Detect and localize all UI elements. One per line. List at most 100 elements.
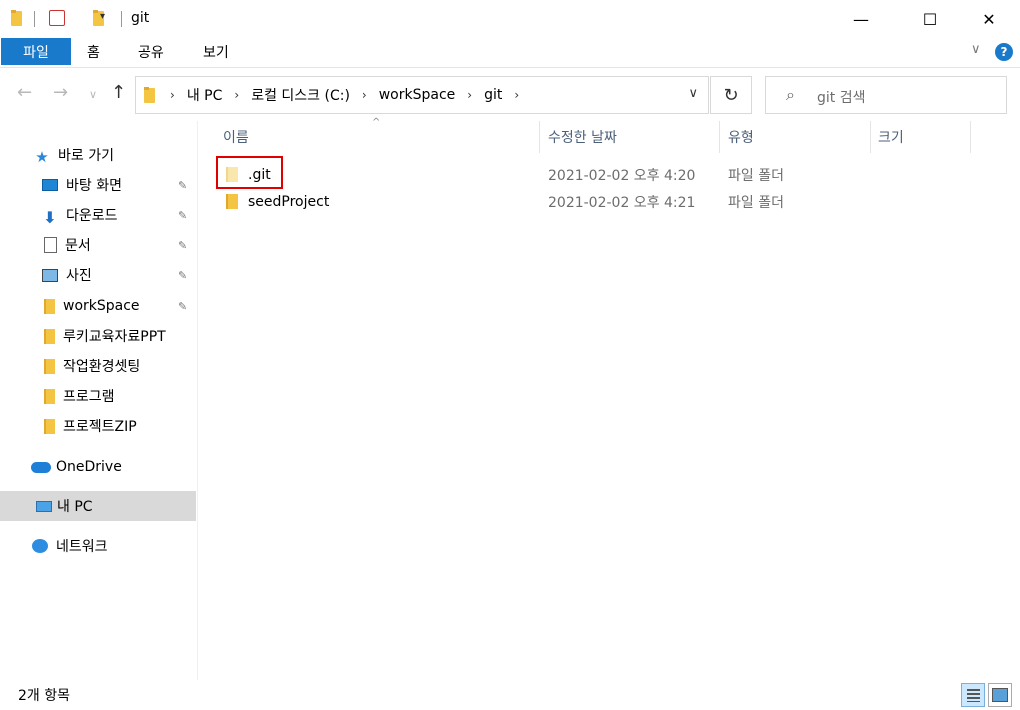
star-icon: ★ <box>35 148 49 166</box>
help-icon[interactable]: ? <box>995 43 1013 61</box>
sidebar-item-label: workSpace <box>63 298 140 314</box>
window-title: git <box>131 10 150 26</box>
column-divider[interactable] <box>719 121 720 153</box>
pin-icon[interactable]: ✎ <box>178 300 187 313</box>
type-cell: 파일 폴더 <box>728 194 784 211</box>
desktop-icon <box>42 179 58 191</box>
breadcrumb-git[interactable]: git <box>484 87 502 103</box>
column-header-name[interactable]: 이름 <box>223 121 249 153</box>
sidebar-item-downloads[interactable]: ⬇ 다운로드 ✎ <box>0 200 196 230</box>
details-view-button[interactable] <box>961 683 985 707</box>
picture-icon <box>42 268 58 282</box>
sidebar-item-label: 네트워크 <box>56 539 108 555</box>
cloud-icon <box>31 461 51 473</box>
table-row[interactable]: .git 2021-02-02 오후 4:20 파일 폴더 <box>214 161 974 188</box>
download-icon: ⬇ <box>43 208 57 227</box>
computer-icon <box>36 500 52 512</box>
title-bar: ▾ git — ☐ ✕ <box>0 0 1020 38</box>
maximize-button[interactable]: ☐ <box>907 0 953 38</box>
up-button[interactable]: ↑ <box>111 82 126 103</box>
minimize-button[interactable]: — <box>838 0 884 38</box>
folder-icon <box>144 87 156 103</box>
tab-share[interactable]: 공유 <box>138 38 164 65</box>
back-button[interactable]: ← <box>17 82 32 103</box>
breadcrumb-local-disk[interactable]: 로컬 디스크 (C:) <box>251 85 350 105</box>
sidebar-item-label: 프로그램 <box>63 389 115 405</box>
navigation-bar: ← → ∨ ↑ › 내 PC › 로컬 디스크 (C:) › workSpace… <box>0 68 1020 121</box>
document-icon <box>44 237 57 253</box>
sidebar-item-workspace[interactable]: workSpace ✎ <box>0 291 196 321</box>
details-view-icon <box>967 689 980 702</box>
sidebar-item-rookie-ppt[interactable]: 루키교육자료PPT <box>0 321 196 351</box>
breadcrumb: › 내 PC › 로컬 디스크 (C:) › workSpace › git › <box>136 77 531 113</box>
sidebar-item-label: 루키교육자료PPT <box>63 329 166 345</box>
sidebar-item-label: 바로 가기 <box>58 148 114 164</box>
ribbon: 파일 홈 공유 보기 ∨ ? <box>0 38 1020 68</box>
search-input[interactable]: git 검색 <box>817 87 865 107</box>
chevron-right-icon[interactable]: › <box>170 88 175 102</box>
column-divider[interactable] <box>970 121 971 153</box>
expand-ribbon-icon[interactable]: ∨ <box>971 42 981 57</box>
sidebar-item-label: 바탕 화면 <box>66 178 122 194</box>
address-bar[interactable]: › 내 PC › 로컬 디스크 (C:) › workSpace › git ›… <box>135 76 709 114</box>
chevron-right-icon[interactable]: › <box>362 88 367 102</box>
column-header-type[interactable]: 유형 <box>728 121 754 153</box>
sidebar-item-quick-access[interactable]: ★ 바로 가기 <box>0 140 196 170</box>
sidebar-item-pictures[interactable]: 사진 ✎ <box>0 260 196 290</box>
pin-icon[interactable]: ✎ <box>178 179 187 192</box>
folder-icon <box>44 328 55 344</box>
chevron-down-icon[interactable]: ∨ <box>688 86 698 101</box>
forward-button[interactable]: → <box>53 82 68 103</box>
refresh-button[interactable]: ↻ <box>710 76 752 114</box>
close-button[interactable]: ✕ <box>966 0 1012 38</box>
pane-divider[interactable] <box>197 121 198 680</box>
customize-quick-access-icon[interactable]: ▾ <box>100 11 105 29</box>
sidebar-item-network[interactable]: 네트워크 <box>0 531 196 561</box>
file-list: ^ 이름 수정한 날짜 유형 크기 .git 2021-02-02 오후 4:2… <box>214 117 1020 681</box>
sidebar-item-documents[interactable]: 문서 ✎ <box>0 230 196 260</box>
pin-icon[interactable]: ✎ <box>178 209 187 222</box>
sidebar-item-label: 내 PC <box>57 499 93 515</box>
search-icon: ⌕ <box>786 85 795 104</box>
sidebar-item-env-setup[interactable]: 작업환경셋팅 <box>0 351 196 381</box>
pin-icon[interactable]: ✎ <box>178 269 187 282</box>
recent-locations-button[interactable]: ∨ <box>89 88 97 101</box>
sidebar-item-label: 다운로드 <box>66 208 118 224</box>
navigation-pane: ★ 바로 가기 바탕 화면 ✎ ⬇ 다운로드 ✎ 문서 ✎ 사진 ✎ workS… <box>0 140 197 680</box>
sidebar-item-project-zip[interactable]: 프로젝트ZIP <box>0 411 196 441</box>
sort-ascending-icon: ^ <box>372 117 381 128</box>
sidebar-item-this-pc[interactable]: 내 PC <box>0 491 196 521</box>
chevron-right-icon[interactable]: › <box>467 88 472 102</box>
sidebar-item-label: 사진 <box>66 268 92 284</box>
sidebar-item-desktop[interactable]: 바탕 화면 ✎ <box>0 170 196 200</box>
sidebar-item-label: 작업환경셋팅 <box>63 359 141 375</box>
highlight-box <box>216 156 283 189</box>
table-row[interactable]: seedProject 2021-02-02 오후 4:21 파일 폴더 <box>214 188 974 215</box>
folder-icon <box>44 298 55 314</box>
sidebar-item-label: 프로젝트ZIP <box>63 419 137 435</box>
column-divider[interactable] <box>539 121 540 153</box>
search-box[interactable]: ⌕ git 검색 <box>765 76 1007 114</box>
breadcrumb-this-pc[interactable]: 내 PC <box>187 85 223 105</box>
tab-home[interactable]: 홈 <box>87 38 100 65</box>
sidebar-item-label: OneDrive <box>56 459 122 475</box>
sidebar-item-onedrive[interactable]: OneDrive <box>0 452 196 482</box>
sidebar-item-programs[interactable]: 프로그램 <box>0 381 196 411</box>
type-cell: 파일 폴더 <box>728 167 784 184</box>
tab-view[interactable]: 보기 <box>203 38 229 65</box>
pin-icon[interactable]: ✎ <box>178 239 187 252</box>
column-header-size[interactable]: 크기 <box>878 121 904 153</box>
column-divider[interactable] <box>870 121 871 153</box>
status-bar: 2개 항목 <box>0 680 1020 710</box>
folder-icon <box>44 388 55 404</box>
tab-file[interactable]: 파일 <box>1 38 71 65</box>
large-icons-view-button[interactable] <box>988 683 1012 707</box>
column-header-modified[interactable]: 수정한 날짜 <box>548 121 617 153</box>
chevron-right-icon[interactable]: › <box>234 88 239 102</box>
properties-icon[interactable] <box>49 10 65 26</box>
folder-icon <box>44 358 55 374</box>
divider <box>121 11 122 27</box>
chevron-right-icon[interactable]: › <box>514 88 519 102</box>
file-name-cell: seedProject <box>226 188 329 215</box>
breadcrumb-workspace[interactable]: workSpace <box>379 87 456 103</box>
